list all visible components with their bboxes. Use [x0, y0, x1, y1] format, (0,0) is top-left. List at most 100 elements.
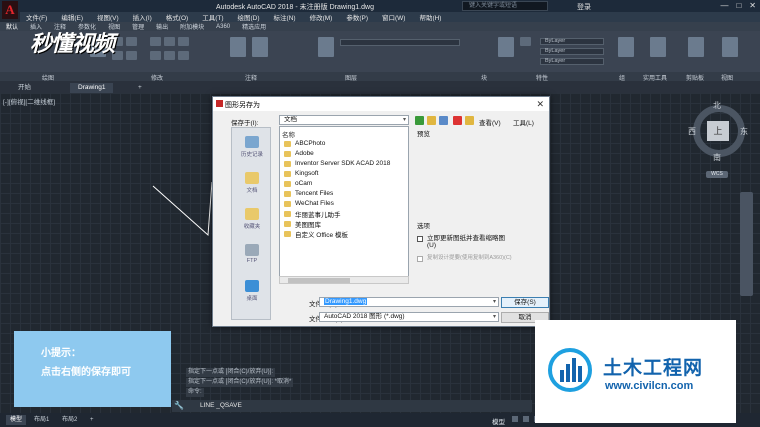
- views-menu[interactable]: 查看(V): [479, 117, 501, 127]
- tab-layout1[interactable]: 布局1: [30, 415, 53, 425]
- viewcube-west[interactable]: 西: [688, 126, 696, 137]
- text-tool-icon[interactable]: [230, 37, 246, 57]
- measure-icon[interactable]: [650, 37, 666, 57]
- paste-icon[interactable]: [688, 37, 704, 57]
- dimension-tool-icon[interactable]: [252, 37, 268, 57]
- layer-properties-icon[interactable]: [318, 37, 334, 57]
- ribbon-tab-a360[interactable]: A360: [216, 24, 230, 30]
- new-folder-icon[interactable]: [465, 116, 474, 125]
- menu-draw[interactable]: 绘图(D): [238, 12, 260, 22]
- horizontal-scrollbar[interactable]: [279, 276, 409, 284]
- move-icon[interactable]: [150, 37, 161, 46]
- scrollbar-thumb[interactable]: [288, 278, 350, 283]
- command-input[interactable]: LINE _QSAVE: [200, 402, 242, 409]
- menu-modify[interactable]: 修改(M): [310, 12, 333, 22]
- rotate-icon[interactable]: [164, 37, 175, 46]
- list-item[interactable]: Tencent Files: [284, 189, 333, 198]
- list-item[interactable]: oCam: [284, 179, 312, 188]
- viewcube-east[interactable]: 东: [740, 126, 748, 137]
- snap-icon[interactable]: [523, 416, 529, 422]
- place-desktop[interactable]: 桌面: [232, 280, 272, 302]
- list-item[interactable]: Kingsoft: [284, 169, 319, 178]
- search-input[interactable]: 键入关键字或短语: [462, 1, 548, 11]
- place-ftp[interactable]: FTP: [232, 244, 272, 264]
- login-link[interactable]: 登录: [577, 2, 591, 12]
- autocad-logo[interactable]: A: [2, 1, 18, 19]
- ribbon-tab-default[interactable]: 默认: [6, 22, 18, 31]
- file-list[interactable]: 名称 ABCPhoto Adobe Inventor Server SDK AC…: [279, 126, 409, 284]
- tab-layout2[interactable]: 布局2: [58, 415, 81, 425]
- tab-drawing1[interactable]: Drawing1: [70, 83, 114, 93]
- list-item[interactable]: Adobe: [284, 149, 314, 158]
- place-history[interactable]: 历史记录: [232, 136, 272, 158]
- customize-icon[interactable]: 🔧: [174, 401, 184, 410]
- wcs-menu[interactable]: WCS: [706, 171, 728, 178]
- menu-file[interactable]: 文件(F): [26, 12, 47, 22]
- viewport-controls[interactable]: [-][俯视][二维线框]: [3, 96, 55, 106]
- ribbon-tab-manage[interactable]: 管理: [132, 22, 144, 31]
- new-tab-button[interactable]: +: [130, 83, 150, 93]
- menu-insert[interactable]: 插入(I): [133, 12, 152, 22]
- up-folder-icon[interactable]: [427, 116, 436, 125]
- list-item[interactable]: 华丽蓝事儿助手: [284, 209, 341, 219]
- save-button[interactable]: 保存(S): [501, 297, 549, 308]
- match-properties-icon[interactable]: [520, 37, 531, 46]
- color-dropdown[interactable]: ByLayer: [540, 38, 604, 45]
- insert-block-icon[interactable]: [498, 37, 514, 57]
- menu-tools[interactable]: 工具(T): [202, 12, 223, 22]
- back-icon[interactable]: [415, 116, 424, 125]
- save-in-dropdown[interactable]: 文档 ▾: [279, 115, 409, 125]
- filetype-dropdown[interactable]: AutoCAD 2018 图形 (*.dwg) ▾: [319, 312, 499, 322]
- list-item[interactable]: 美图图库: [284, 219, 321, 229]
- name-column-header[interactable]: 名称: [282, 129, 295, 139]
- list-item[interactable]: ABCPhoto: [284, 139, 325, 148]
- viewcube-top-face[interactable]: 上: [707, 121, 729, 141]
- delete-icon[interactable]: [453, 116, 462, 125]
- linetype-dropdown[interactable]: ByLayer: [540, 48, 604, 55]
- tab-start[interactable]: 开始: [10, 83, 39, 93]
- circle-icon[interactable]: [126, 37, 137, 46]
- menu-dimension[interactable]: 标注(N): [274, 12, 296, 22]
- fillet-icon[interactable]: [178, 51, 189, 60]
- place-favorites[interactable]: 收藏夹: [232, 208, 272, 230]
- menu-window[interactable]: 窗口(W): [382, 12, 405, 22]
- navigation-bar[interactable]: [740, 192, 753, 296]
- list-item[interactable]: 自定义 Office 模板: [284, 229, 348, 239]
- copy-icon[interactable]: [150, 51, 161, 60]
- ribbon-tab-output[interactable]: 输出: [156, 22, 168, 31]
- model-space-label[interactable]: 模型: [492, 416, 505, 426]
- grid-icon[interactable]: [512, 416, 518, 422]
- viewcube-south[interactable]: 南: [713, 152, 721, 163]
- dialog-title-bar[interactable]: 图形另存为 ✕: [213, 97, 549, 111]
- maximize-button[interactable]: □: [736, 1, 741, 10]
- view-icon[interactable]: [722, 37, 738, 57]
- dialog-close-icon[interactable]: ✕: [536, 99, 544, 110]
- rectangle-icon[interactable]: [126, 51, 137, 60]
- minimize-button[interactable]: —: [720, 1, 728, 10]
- filename-input[interactable]: Drawing1.dwg ▾: [319, 297, 499, 307]
- menu-parametric[interactable]: 参数(P): [346, 12, 368, 22]
- tab-model[interactable]: 模型: [6, 415, 27, 425]
- ribbon-tab-featured[interactable]: 精选应用: [242, 22, 266, 31]
- search-web-icon[interactable]: [439, 116, 448, 125]
- civilcn-logo-icon: [548, 348, 592, 392]
- trim-icon[interactable]: [178, 37, 189, 46]
- close-button[interactable]: ✕: [749, 1, 756, 10]
- lineweight-dropdown[interactable]: ByLayer: [540, 58, 604, 65]
- menu-edit[interactable]: 编辑(E): [61, 12, 83, 22]
- menu-format[interactable]: 格式(O): [166, 12, 188, 22]
- menu-view[interactable]: 视图(V): [97, 12, 119, 22]
- mirror-icon[interactable]: [164, 51, 175, 60]
- group-icon[interactable]: [618, 37, 634, 57]
- place-documents[interactable]: 文档: [232, 172, 272, 194]
- chevron-down-icon: ▾: [492, 314, 496, 320]
- list-item[interactable]: WeChat Files: [284, 199, 334, 208]
- tools-menu[interactable]: 工具(L): [513, 117, 534, 127]
- menu-help[interactable]: 帮助(H): [419, 12, 441, 22]
- update-thumbnail-checkbox[interactable]: [417, 236, 423, 242]
- ribbon-tab-addins[interactable]: 附加模块: [180, 22, 204, 31]
- list-item[interactable]: Inventor Server SDK ACAD 2018: [284, 159, 390, 168]
- viewcube-north[interactable]: 北: [713, 100, 721, 111]
- layer-dropdown[interactable]: [340, 39, 460, 46]
- add-layout-button[interactable]: +: [86, 415, 98, 425]
